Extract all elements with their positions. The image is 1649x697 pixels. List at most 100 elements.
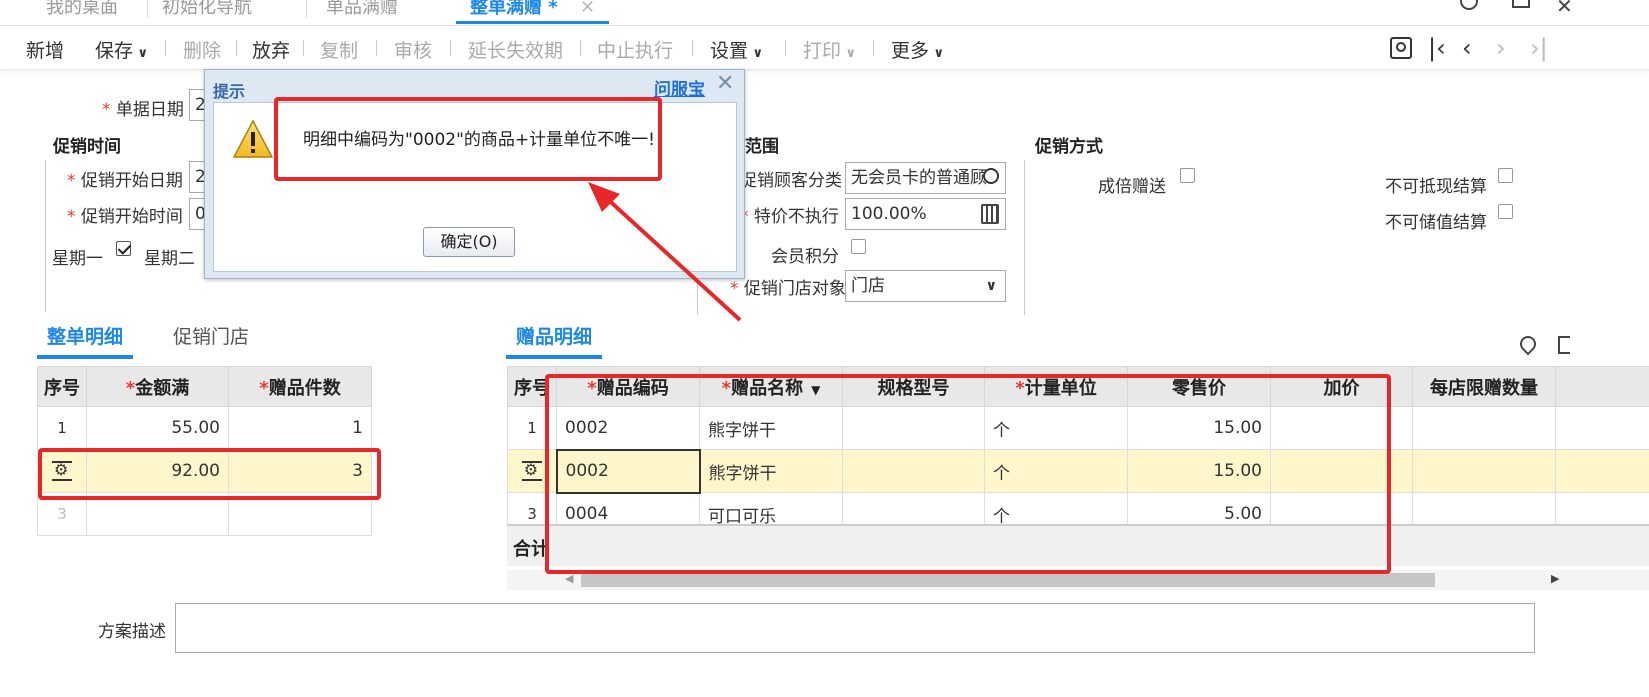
no-stored-checkbox[interactable] xyxy=(1498,204,1513,219)
no-stored-label: 不可储值结算 xyxy=(1385,213,1487,233)
save-button[interactable]: 保存 ∨ xyxy=(95,36,148,63)
promo-time-heading: 促销时间 xyxy=(53,137,121,157)
close-window-icon[interactable]: ✕ xyxy=(1556,0,1573,18)
help-link[interactable]: 问服宝 xyxy=(654,75,705,100)
customer-class-input[interactable]: 无会员卡的普通顾 xyxy=(845,162,1006,194)
amount-cell[interactable]: 55.00 xyxy=(86,406,229,450)
toolbar: 新增 保存 ∨ 删除 放弃 复制 审核 延长失效期 中止执行 设置 ∨ 打印 ∨… xyxy=(0,26,1649,70)
doc-date-label-text: 单据日期 xyxy=(115,100,184,120)
store-target-value: 门店 xyxy=(851,276,885,296)
abandon-button[interactable]: 放弃 xyxy=(252,36,290,63)
start-date-label: * 促销开始日期 xyxy=(67,171,183,191)
chevron-down-icon: ∨ xyxy=(841,46,857,61)
prev-record-icon[interactable]: ‹ xyxy=(1462,34,1472,62)
scroll-right-icon[interactable]: ▶ xyxy=(1551,572,1559,585)
special-price-label: * 特价不执行 xyxy=(740,207,839,227)
tab-gift-detail[interactable]: 赠品明细 xyxy=(506,322,603,359)
search-icon[interactable] xyxy=(1460,0,1478,10)
member-points-label: 会员积分 xyxy=(771,247,839,267)
total-label: 合计 xyxy=(513,539,549,560)
more-label: 更多 xyxy=(891,40,930,62)
special-price-input[interactable]: 100.00% xyxy=(845,198,1006,230)
tab-init-nav[interactable]: 初始化导航 xyxy=(162,0,252,22)
stop-button[interactable]: 中止执行 xyxy=(597,36,673,63)
print-label: 打印 xyxy=(803,40,842,62)
scrollbar-thumb[interactable] xyxy=(581,573,1435,587)
multiple-gift-label: 成倍赠送 xyxy=(1098,177,1166,197)
settings-label: 设置 xyxy=(710,40,749,62)
store-target-select[interactable]: 门店 ∨ xyxy=(845,270,1006,302)
copy-button[interactable]: 复制 xyxy=(320,36,358,63)
no-cash-checkbox[interactable] xyxy=(1498,168,1513,183)
tab-bar: 我的桌面 初始化导航 单品满赠 整单满赠 * ✕ ✕ xyxy=(0,0,1649,26)
monday-label: 星期一 xyxy=(52,249,103,269)
tab-order-gift-label: 整单满赠 * xyxy=(470,0,558,18)
preview-icon[interactable] xyxy=(1390,37,1412,59)
delete-button[interactable]: 删除 xyxy=(183,36,221,63)
scope-heading: 范围 xyxy=(745,137,779,157)
plan-desc-input[interactable] xyxy=(175,603,1535,653)
col-gift-qty-label: 赠品件数 xyxy=(268,377,341,399)
col-store-limit[interactable]: 每店限赠数量 xyxy=(1412,366,1556,407)
tab-promo-stores[interactable]: 促销门店 xyxy=(173,322,249,349)
tab-order-detail[interactable]: 整单明细 xyxy=(37,322,134,359)
highlight-box-left xyxy=(38,448,381,500)
lookup-icon[interactable] xyxy=(983,168,999,184)
row-index: 1 xyxy=(37,406,87,450)
col-amount-label: 金额满 xyxy=(135,377,190,399)
last-record-icon[interactable]: ›| xyxy=(1530,34,1548,62)
tuesday-label: 星期二 xyxy=(144,249,195,269)
settings-button[interactable]: 设置 ∨ xyxy=(710,36,763,63)
calculator-icon[interactable] xyxy=(981,204,999,224)
limit-cell[interactable] xyxy=(1412,449,1556,493)
customer-class-value: 无会员卡的普通顾 xyxy=(851,168,987,188)
arrow-annotation xyxy=(588,182,742,322)
tab-my-desktop[interactable]: 我的桌面 xyxy=(46,0,118,22)
monday-checkbox[interactable] xyxy=(116,241,131,256)
table-row[interactable]: 1 55.00 1 xyxy=(37,406,372,450)
promo-mode-heading: 促销方式 xyxy=(1035,137,1103,157)
chevron-down-icon: ∨ xyxy=(985,278,997,294)
ok-button[interactable]: 确定(O) xyxy=(423,227,515,257)
highlight-box-right xyxy=(545,374,1391,574)
more-button[interactable]: 更多 ∨ xyxy=(891,36,944,63)
gift-qty-cell[interactable]: 1 xyxy=(228,406,372,450)
print-button[interactable]: 打印 ∨ xyxy=(803,36,856,63)
warning-icon xyxy=(232,119,274,158)
tab-single-gift[interactable]: 单品满赠 xyxy=(326,0,398,22)
special-price-value: 100.00% xyxy=(851,204,927,224)
customer-class-label: 促销顾客分类 xyxy=(740,171,842,191)
close-icon[interactable]: ✕ xyxy=(716,71,734,96)
chevron-down-icon: ∨ xyxy=(133,46,149,61)
col-more[interactable] xyxy=(1555,366,1649,407)
limit-cell[interactable] xyxy=(1412,406,1556,450)
more-cell[interactable] xyxy=(1555,406,1649,450)
chevron-down-icon: ∨ xyxy=(929,46,945,61)
first-record-icon[interactable]: |‹ xyxy=(1428,34,1446,62)
special-price-label-text: 特价不执行 xyxy=(753,207,839,227)
more-cell[interactable] xyxy=(1555,449,1649,493)
dialog-title: 提示 xyxy=(213,82,246,101)
start-time-label-text: 促销开始时间 xyxy=(80,207,183,227)
audit-button[interactable]: 审核 xyxy=(394,36,432,63)
save-label: 保存 xyxy=(95,40,134,62)
expand-icon[interactable] xyxy=(1558,336,1570,354)
fullscreen-icon[interactable] xyxy=(1512,0,1530,8)
start-date-label-text: 促销开始日期 xyxy=(80,171,183,191)
add-button[interactable]: 新增 xyxy=(26,36,64,63)
col-gift-qty[interactable]: *赠品件数 xyxy=(228,366,372,407)
next-record-icon[interactable]: › xyxy=(1496,34,1506,62)
extend-expiry-button[interactable]: 延长失效期 xyxy=(468,36,563,63)
member-points-checkbox[interactable] xyxy=(851,239,866,254)
multiple-gift-checkbox[interactable] xyxy=(1180,168,1195,183)
col-index[interactable]: 序号 xyxy=(37,366,87,407)
tab-order-gift[interactable]: 整单满赠 * ✕ xyxy=(456,0,610,24)
plan-desc-label: 方案描述 xyxy=(98,622,166,642)
close-icon[interactable]: ✕ xyxy=(580,0,595,18)
doc-date-label: * 单据日期 xyxy=(102,100,184,120)
start-time-label: * 促销开始时间 xyxy=(67,207,183,227)
location-pin-icon[interactable] xyxy=(1516,332,1540,356)
col-amount[interactable]: *金额满 xyxy=(86,366,229,407)
highlight-box-message xyxy=(274,97,662,181)
chevron-down-icon: ∨ xyxy=(748,46,764,61)
